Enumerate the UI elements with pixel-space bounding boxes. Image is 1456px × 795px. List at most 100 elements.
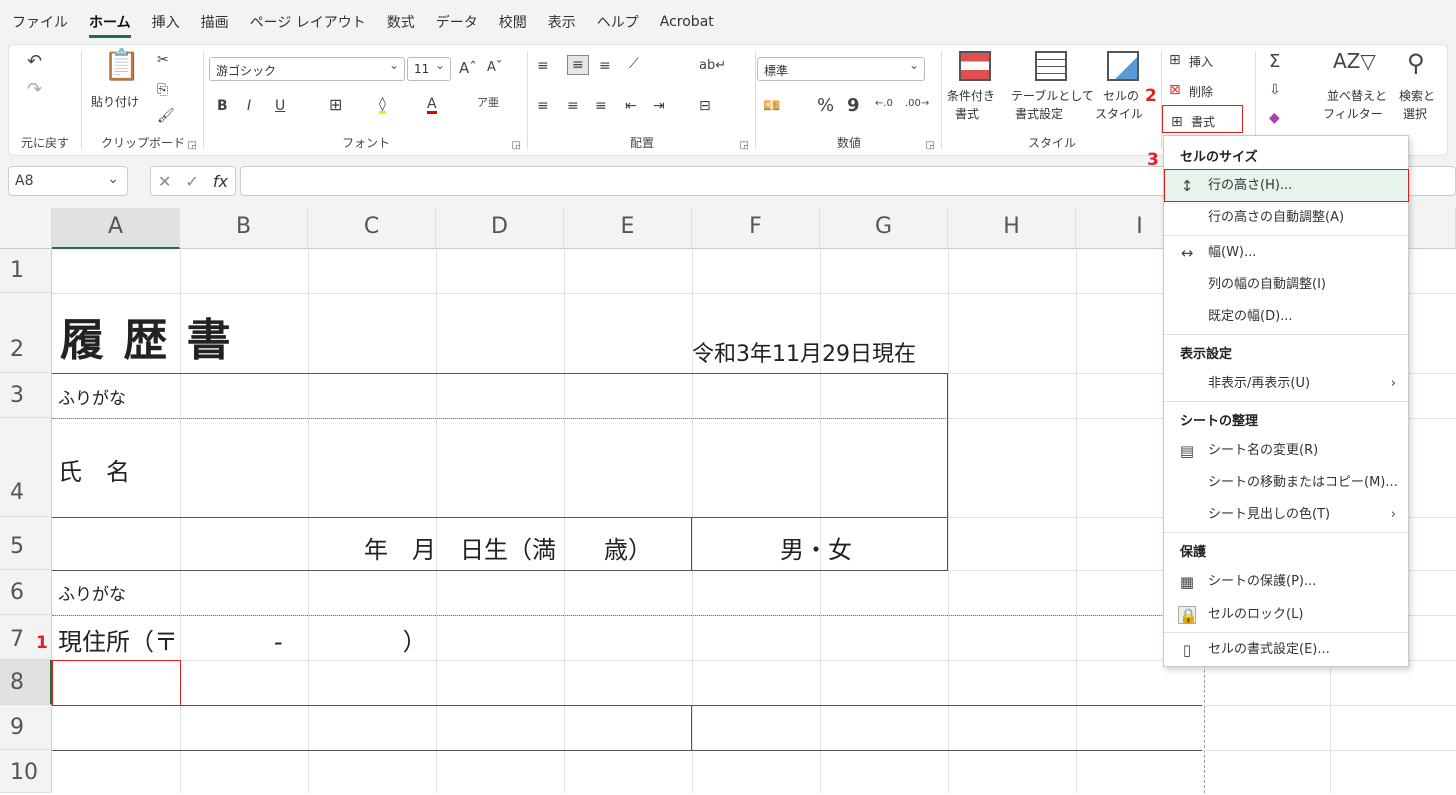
row-header-10[interactable]: 10	[0, 750, 52, 793]
find-select-label[interactable]: 検索と	[1399, 87, 1435, 104]
orientation-icon[interactable]: ⟋	[629, 57, 639, 71]
align-middle-icon[interactable]: ≡	[567, 55, 589, 75]
cancel-icon[interactable]: ✕	[158, 172, 171, 191]
conditional-format-label2[interactable]: 書式	[955, 105, 979, 122]
underline-icon[interactable]: U	[275, 99, 285, 113]
percent-icon[interactable]: %	[817, 97, 834, 115]
tab-file[interactable]: ファイル	[12, 12, 68, 32]
align-right-icon[interactable]: ≡	[595, 99, 607, 113]
bold-icon[interactable]: B	[217, 99, 228, 113]
col-header-b[interactable]: B	[180, 208, 308, 249]
conditional-format-icon[interactable]	[959, 51, 991, 81]
tab-view[interactable]: 表示	[548, 12, 576, 32]
tab-help[interactable]: ヘルプ	[597, 12, 639, 32]
alignment-launcher-icon[interactable]: ◲	[740, 140, 749, 151]
paste-icon[interactable]: 📋	[103, 51, 140, 81]
merge-center-icon[interactable]: ⊟	[699, 99, 711, 113]
align-top-icon[interactable]: ≡	[537, 59, 549, 73]
undo-icon[interactable]: ↶	[27, 53, 42, 71]
tab-insert[interactable]: 挿入	[152, 12, 180, 32]
borders-icon[interactable]: ⊞	[329, 97, 342, 113]
number-launcher-icon[interactable]: ◲	[926, 140, 935, 151]
font-launcher-icon[interactable]: ◲	[512, 140, 521, 151]
tab-home[interactable]: ホーム	[89, 12, 131, 38]
row-header-9[interactable]: 9	[0, 705, 52, 750]
font-color-icon[interactable]: A	[427, 97, 437, 114]
col-header-e[interactable]: E	[564, 208, 692, 249]
col-header-h[interactable]: H	[948, 208, 1076, 249]
menu-item-lock-cell[interactable]: 🔒 セルのロック(L)	[1164, 599, 1408, 631]
redo-icon[interactable]: ↷	[27, 81, 42, 99]
font-name-select[interactable]: 游ゴシック	[209, 57, 405, 81]
tab-review[interactable]: 校閲	[499, 12, 527, 32]
conditional-format-label[interactable]: 条件付き	[947, 87, 995, 104]
format-as-table-label[interactable]: テーブルとして	[1011, 87, 1094, 104]
italic-icon[interactable]: I	[247, 99, 251, 113]
insert-cells-button[interactable]: 挿入	[1189, 53, 1213, 70]
insert-cells-icon[interactable]: ⊞	[1169, 53, 1181, 67]
delete-cells-button[interactable]: 削除	[1189, 83, 1213, 100]
phonetic-icon[interactable]: ア亜	[477, 97, 499, 108]
selected-cell-a8[interactable]	[52, 660, 181, 706]
cell-styles-icon[interactable]	[1107, 51, 1139, 81]
format-as-table-icon[interactable]	[1035, 51, 1067, 81]
fill-color-icon[interactable]: ◊	[379, 97, 386, 114]
align-left-icon[interactable]: ≡	[537, 99, 549, 113]
menu-item-hide-unhide[interactable]: 非表示/再表示(U) ›	[1164, 368, 1408, 400]
tab-draw[interactable]: 描画	[201, 12, 229, 32]
row-header-2[interactable]: 2	[0, 293, 52, 373]
cell-styles-label2[interactable]: スタイル	[1095, 105, 1143, 122]
menu-item-rename-sheet[interactable]: ▤ シート名の変更(R)	[1164, 435, 1408, 467]
delete-cells-icon[interactable]: ⊠	[1169, 83, 1181, 97]
currency-icon[interactable]: 💴	[763, 99, 780, 113]
number-format-select[interactable]: 標準	[757, 57, 925, 81]
clipboard-launcher-icon[interactable]: ◲	[188, 140, 197, 151]
row-header-1[interactable]: 1	[0, 249, 52, 293]
menu-item-column-width[interactable]: ↔ 幅(W)...	[1164, 237, 1408, 269]
increase-decimal-icon[interactable]: ←.0	[875, 99, 893, 109]
enter-icon[interactable]: ✓	[185, 172, 198, 191]
decrease-font-icon[interactable]: Aˇ	[487, 61, 502, 74]
tab-data[interactable]: データ	[436, 12, 478, 32]
wrap-text-icon[interactable]: ab↵	[699, 59, 726, 72]
row-header-3[interactable]: 3	[0, 373, 52, 418]
menu-item-autofit-column[interactable]: 列の幅の自動調整(I)	[1164, 269, 1408, 301]
decrease-indent-icon[interactable]: ⇤	[625, 99, 637, 113]
increase-font-icon[interactable]: Aˆ	[459, 61, 477, 76]
font-size-select[interactable]: 11	[407, 57, 451, 81]
find-select-label2[interactable]: 選択	[1403, 105, 1427, 122]
menu-item-protect-sheet[interactable]: ▦ シートの保護(P)...	[1164, 566, 1408, 598]
find-select-icon[interactable]: ⚲	[1407, 51, 1425, 75]
copy-icon[interactable]: ⎘	[157, 83, 168, 97]
fill-icon[interactable]: ⇩	[1269, 83, 1281, 97]
row-header-5[interactable]: 5	[0, 517, 52, 570]
tab-formulas[interactable]: 数式	[387, 12, 415, 32]
menu-item-tab-color[interactable]: シート見出しの色(T) ›	[1164, 499, 1408, 531]
name-box[interactable]: A8	[8, 166, 128, 196]
sort-filter-label2[interactable]: フィルター	[1323, 105, 1383, 122]
paste-button[interactable]: 貼り付け	[91, 93, 139, 110]
cell-styles-label[interactable]: セルの	[1103, 87, 1139, 104]
cut-icon[interactable]: ✂	[157, 53, 169, 67]
tab-page-layout[interactable]: ページ レイアウト	[250, 12, 366, 32]
align-bottom-icon[interactable]: ≡	[599, 59, 611, 73]
select-all-corner[interactable]	[0, 208, 52, 249]
menu-item-move-copy[interactable]: シートの移動またはコピー(M)...	[1164, 467, 1408, 499]
menu-item-default-width[interactable]: 既定の幅(D)...	[1164, 301, 1408, 333]
align-center-icon[interactable]: ≡	[567, 99, 579, 113]
comma-icon[interactable]: 9	[847, 97, 860, 115]
fx-icon[interactable]: fx	[213, 172, 228, 191]
row-header-4[interactable]: 4	[0, 418, 52, 517]
col-header-f[interactable]: F	[692, 208, 820, 249]
menu-item-autofit-row[interactable]: 行の高さの自動調整(A)	[1164, 202, 1408, 234]
tab-acrobat[interactable]: Acrobat	[660, 14, 714, 30]
clear-icon[interactable]: ◆	[1269, 111, 1280, 125]
autosum-icon[interactable]: Σ	[1269, 53, 1280, 71]
col-header-a[interactable]: A	[52, 208, 180, 249]
row-header-8[interactable]: 8	[0, 660, 52, 705]
decrease-decimal-icon[interactable]: .00→	[905, 99, 929, 109]
col-header-c[interactable]: C	[308, 208, 436, 249]
row-header-6[interactable]: 6	[0, 570, 52, 615]
format-painter-icon[interactable]: 🖌	[157, 109, 175, 123]
format-as-table-label2[interactable]: 書式設定	[1015, 105, 1063, 122]
